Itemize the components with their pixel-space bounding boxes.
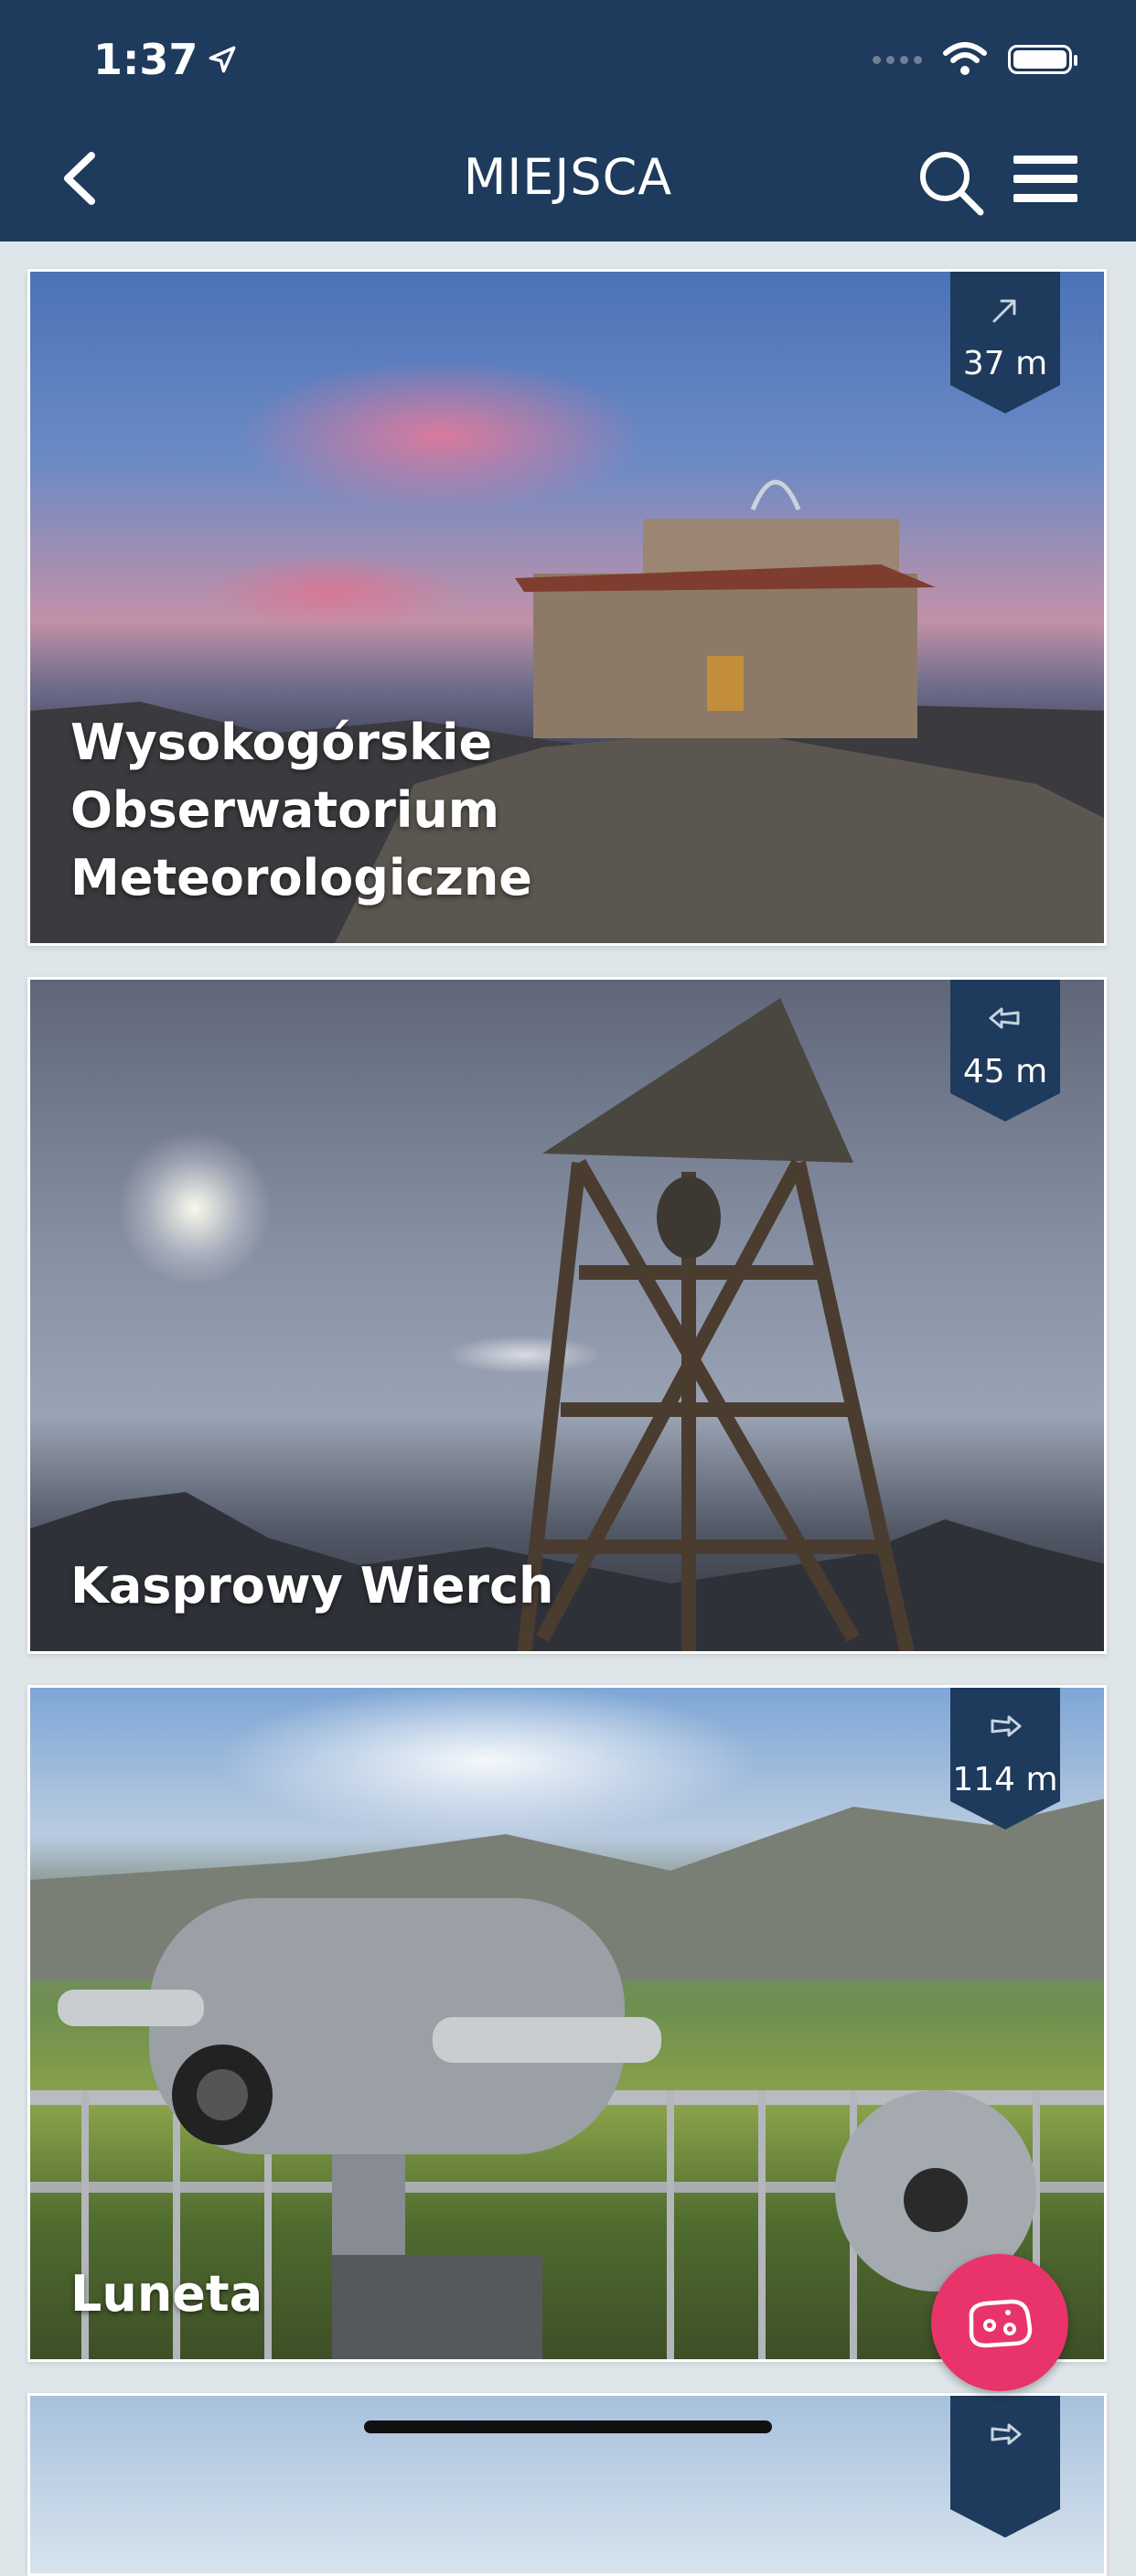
home-indicator (364, 2420, 772, 2433)
status-icons (873, 42, 1077, 77)
map-icon (969, 2299, 1033, 2348)
arrow-right-icon (991, 2423, 1022, 2445)
top-bar: 1:37 MIEJSCA (0, 0, 1136, 242)
arrow-right-icon (991, 1715, 1022, 1737)
menu-button[interactable] (1013, 156, 1077, 207)
distance-badge (950, 2396, 1060, 2538)
place-card[interactable]: 37 m Wysokogórskie Obserwatorium Meteoro… (27, 269, 1107, 946)
place-name: Wysokogórskie Obserwatorium Meteorologic… (70, 714, 532, 907)
map-fab-button[interactable] (931, 2254, 1068, 2391)
status-time-label: 1:37 (93, 35, 198, 84)
place-card[interactable]: 114 m Luneta (27, 1685, 1107, 2362)
place-card[interactable]: 45 m Kasprowy Wierch (27, 977, 1107, 1654)
distance-badge: 45 m (950, 980, 1060, 1122)
hamburger-icon (1013, 156, 1077, 164)
wifi-icon (943, 42, 987, 75)
place-image (30, 980, 1104, 1651)
arrow-left-icon (989, 1007, 1020, 1029)
cellular-signal-icon (873, 55, 922, 64)
distance-badge: 114 m (950, 1688, 1060, 1830)
location-arrow-icon (209, 46, 236, 73)
distance-label: 114 m (952, 1761, 1058, 1798)
battery-icon (1008, 45, 1077, 74)
place-name: Luneta (70, 2265, 263, 2323)
arrow-up-right-icon (992, 299, 1016, 323)
distance-label: 45 m (962, 1053, 1048, 1090)
place-image (30, 1688, 1104, 2359)
status-time: 1:37 (93, 35, 238, 84)
search-icon (920, 152, 984, 216)
place-name: Kasprowy Wierch (70, 1557, 554, 1615)
search-button[interactable] (915, 146, 988, 220)
distance-label: 37 m (962, 345, 1048, 382)
distance-badge: 37 m (950, 272, 1060, 413)
